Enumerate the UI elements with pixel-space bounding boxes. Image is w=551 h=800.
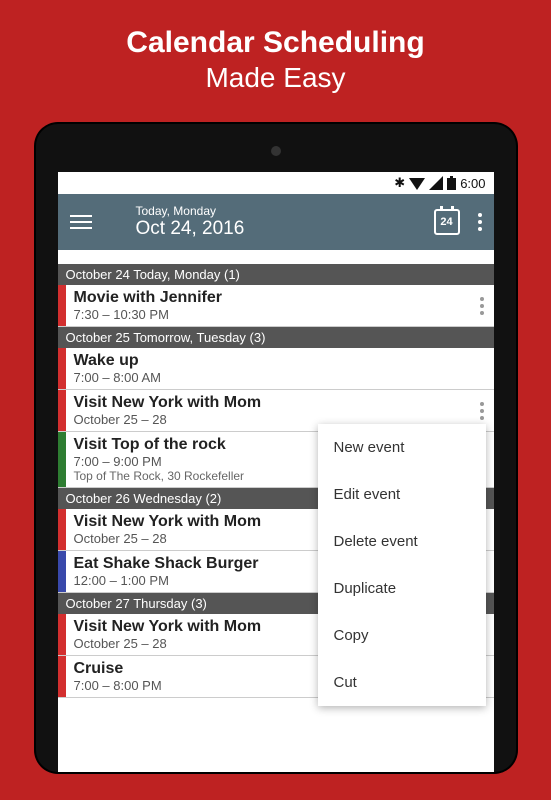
event-row[interactable]: Movie with Jennifer7:30 – 10:30 PM: [58, 285, 494, 327]
bluetooth-icon: ✱: [394, 175, 405, 191]
event-content: Movie with Jennifer7:30 – 10:30 PM: [66, 285, 494, 326]
section-header: October 24 Today, Monday (1): [58, 264, 494, 285]
context-menu: New eventEdit eventDelete eventDuplicate…: [318, 424, 486, 706]
menu-button[interactable]: [70, 215, 92, 229]
event-color-bar: [58, 614, 66, 655]
promo-title: Calendar Scheduling Made Easy: [126, 26, 424, 94]
event-row[interactable]: Wake up7:00 – 8:00 AM: [58, 348, 494, 390]
event-color-bar: [58, 390, 66, 431]
appbar-date: Oct 24, 2016: [136, 218, 245, 240]
status-bar: ✱ 6:00: [58, 172, 494, 194]
event-color-bar: [58, 551, 66, 592]
context-menu-item[interactable]: Edit event: [318, 471, 486, 518]
camera-dot: [271, 146, 281, 156]
wifi-icon: [409, 176, 425, 190]
tablet-frame: ✱ 6:00 Today, Monday Oct 24, 2016 24 Oct…: [36, 124, 516, 772]
app-bar: Today, Monday Oct 24, 2016 24: [58, 194, 494, 250]
context-menu-item[interactable]: New event: [318, 424, 486, 471]
calendar-today-icon[interactable]: 24: [434, 209, 460, 235]
appbar-subtitle: Today, Monday: [136, 204, 245, 218]
appbar-title[interactable]: Today, Monday Oct 24, 2016: [136, 204, 245, 240]
event-color-bar: [58, 432, 66, 487]
section-header: October 25 Tomorrow, Tuesday (3): [58, 327, 494, 348]
event-color-bar: [58, 348, 66, 389]
event-overflow-button[interactable]: [480, 297, 484, 315]
event-time: 7:30 – 10:30 PM: [74, 307, 486, 322]
event-overflow-button[interactable]: [480, 402, 484, 420]
status-time: 6:00: [460, 176, 485, 191]
promo-line2: Made Easy: [126, 62, 424, 94]
event-title: Visit New York with Mom: [74, 394, 486, 412]
context-menu-item[interactable]: Duplicate: [318, 565, 486, 612]
promo-line1: Calendar Scheduling: [126, 26, 424, 60]
screen: ✱ 6:00 Today, Monday Oct 24, 2016 24 Oct…: [58, 172, 494, 772]
battery-icon: [447, 176, 456, 190]
event-title: Wake up: [74, 352, 486, 370]
overflow-menu-button[interactable]: [478, 213, 482, 231]
context-menu-item[interactable]: Cut: [318, 659, 486, 706]
event-color-bar: [58, 285, 66, 326]
event-color-bar: [58, 509, 66, 550]
event-color-bar: [58, 656, 66, 697]
event-content: Wake up7:00 – 8:00 AM: [66, 348, 494, 389]
context-menu-item[interactable]: Delete event: [318, 518, 486, 565]
event-title: Movie with Jennifer: [74, 289, 486, 307]
signal-icon: [429, 176, 443, 190]
event-time: 7:00 – 8:00 AM: [74, 370, 486, 385]
context-menu-item[interactable]: Copy: [318, 612, 486, 659]
